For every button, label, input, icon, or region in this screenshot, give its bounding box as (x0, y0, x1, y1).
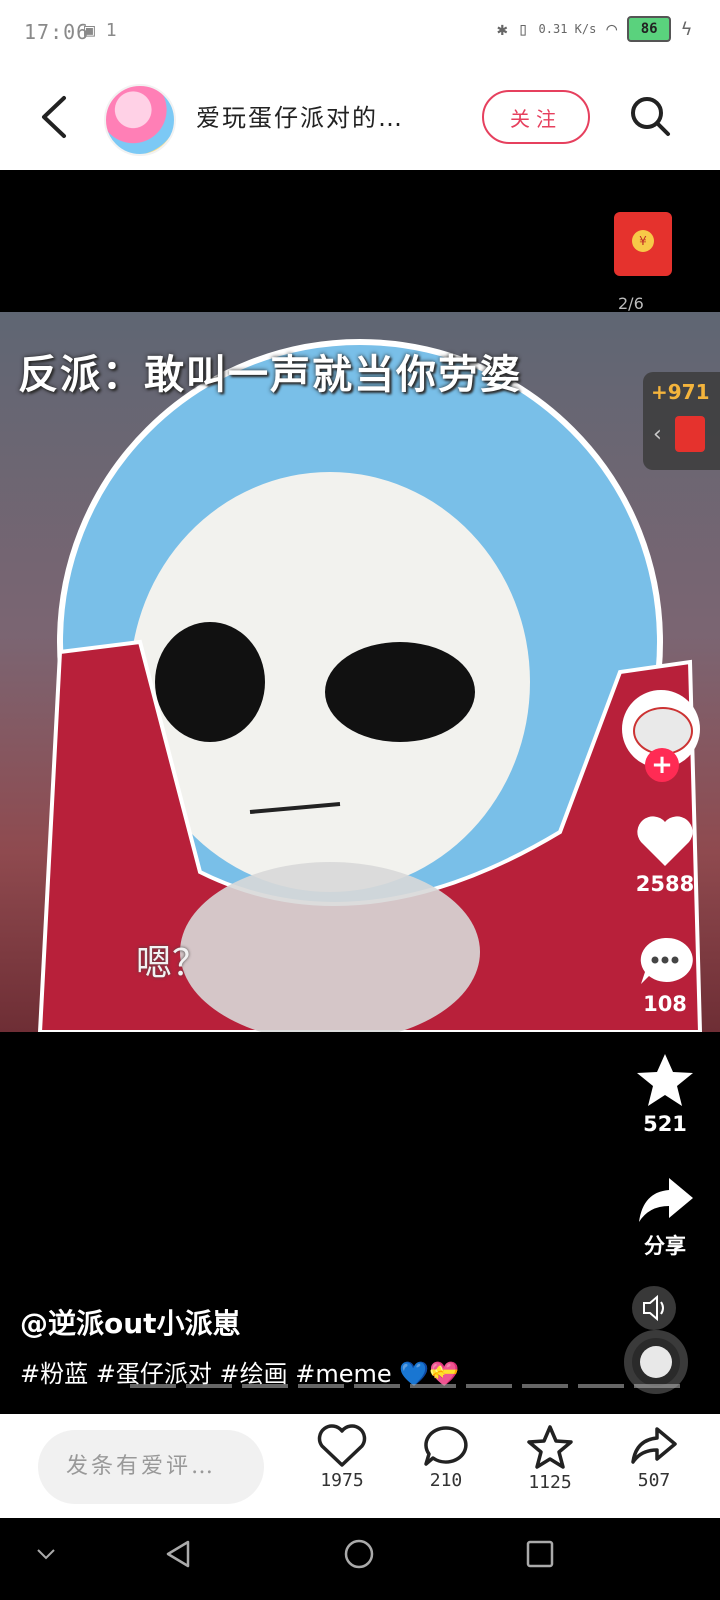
search-button[interactable] (628, 94, 672, 138)
uploader-username[interactable]: @逆派out小派崽 (20, 1302, 459, 1342)
heart-outline-icon (317, 1424, 367, 1467)
reward-panel[interactable]: +971 ‹ (643, 372, 720, 470)
status-bar: 17:06 ▣ 1 ✱ ▯ 0.31 K/s ◠ 86 ϟ (0, 0, 720, 64)
back-button[interactable] (36, 94, 72, 140)
notification-count: 1 (105, 20, 117, 41)
music-disc-cover (640, 1346, 672, 1378)
comment-input[interactable]: 发条有爱评… (38, 1430, 264, 1504)
share-label: 分享 (644, 1234, 686, 1258)
like-count: 2588 (635, 872, 695, 896)
share-outline-icon (631, 1427, 677, 1464)
battery-icon: 86 (627, 16, 672, 42)
comment-button[interactable]: 108 (610, 934, 720, 1016)
net-speed: 0.31 K/s (538, 22, 597, 36)
bottom-action-bar: 发条有爱评… 1975 210 1125 507 (0, 1414, 720, 1518)
heart-icon (637, 816, 693, 866)
comment-count: 108 (643, 992, 687, 1016)
comment-outline-icon (424, 1426, 468, 1466)
bottom-favorite-button[interactable]: 1125 (510, 1424, 590, 1493)
star-outline-icon (527, 1425, 573, 1469)
comment-icon (640, 937, 693, 984)
bottom-favorite-count: 1125 (528, 1472, 572, 1493)
follow-plus-button[interactable]: + (645, 748, 679, 782)
reward-amount: +971 (651, 380, 710, 404)
system-nav-bar (0, 1518, 720, 1600)
page-indicator: 2/6 (618, 294, 644, 313)
cartoon-illustration (37, 339, 703, 1032)
bluetooth-icon: ✱ (496, 18, 508, 40)
bottom-share-count: 507 (637, 1470, 671, 1491)
notification-icon: ▣ 1 (84, 20, 117, 41)
author-avatar[interactable] (104, 84, 176, 156)
author-name[interactable]: 爱玩蛋仔派对的… (196, 98, 404, 133)
favorite-button[interactable]: 521 (610, 1052, 720, 1136)
like-button[interactable]: 2588 (610, 814, 720, 896)
back-triangle-icon[interactable] (162, 1538, 194, 1570)
charging-icon: ϟ (681, 18, 692, 40)
follow-button[interactable]: 关注 (482, 90, 590, 144)
status-icons: ✱ ▯ 0.31 K/s ◠ 86 ϟ (497, 16, 692, 42)
sound-button[interactable] (632, 1286, 676, 1330)
favorite-count: 521 (643, 1112, 687, 1136)
chevron-left-icon[interactable]: ‹ (653, 422, 662, 447)
red-packet-small-icon[interactable] (675, 416, 705, 452)
bottom-like-count: 1975 (320, 1470, 364, 1491)
recents-square-icon[interactable] (524, 1538, 556, 1570)
bottom-comment-count: 210 (429, 1470, 463, 1491)
speaker-icon (643, 1294, 664, 1322)
share-icon (639, 1178, 693, 1222)
clock: 17:06 (24, 20, 90, 44)
search-icon (631, 97, 670, 136)
wifi-icon: ◠ (606, 18, 618, 40)
coin-icon: ¥ (632, 230, 654, 252)
bottom-like-button[interactable]: 1975 (302, 1424, 382, 1491)
back-arrow-icon (42, 96, 66, 138)
chevron-down-icon[interactable] (34, 1542, 58, 1566)
bottom-comment-button[interactable]: 210 (406, 1424, 486, 1491)
star-icon (637, 1054, 693, 1106)
share-button[interactable]: 分享 (610, 1174, 720, 1260)
red-packet-icon[interactable]: ¥ (614, 212, 672, 276)
video-frame: 反派：敢叫一声就当你劳婆 嗯？ (0, 312, 720, 1032)
vibrate-icon: ▯ (517, 18, 529, 40)
home-circle-icon[interactable] (343, 1538, 375, 1570)
caption-bottom: 嗯？ (136, 943, 209, 984)
bottom-share-button[interactable]: 507 (614, 1424, 694, 1491)
top-header: 爱玩蛋仔派对的… 关注 (0, 64, 720, 170)
caption-top: 反派：敢叫一声就当你劳婆 (18, 351, 522, 398)
progress-segments (130, 1384, 690, 1388)
video-description: @逆派out小派崽 #粉蓝 #蛋仔派对 #绘画 #meme 💙💝 (20, 1302, 459, 1389)
